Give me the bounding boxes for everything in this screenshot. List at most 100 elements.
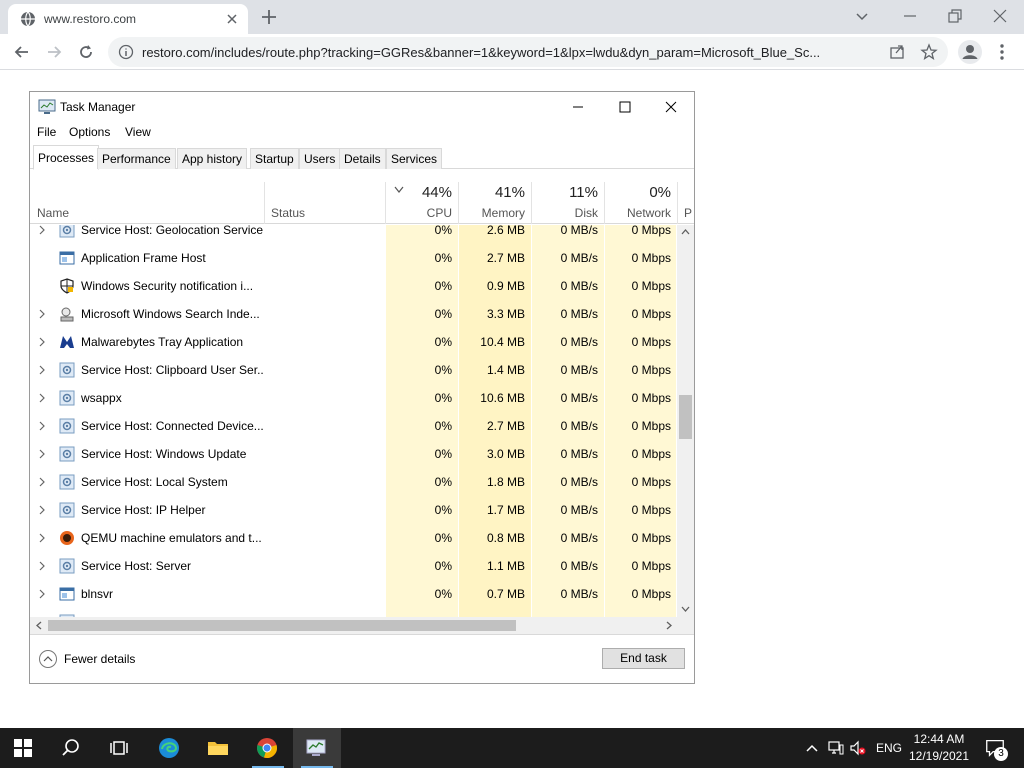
- column-cpu[interactable]: 44% CPU: [386, 182, 458, 224]
- more-menu-icon[interactable]: [994, 42, 1010, 62]
- vertical-scrollbar[interactable]: [677, 225, 694, 617]
- tab-performance[interactable]: Performance: [97, 148, 176, 169]
- maximize-icon[interactable]: [615, 97, 635, 117]
- chevron-right-icon[interactable]: [38, 533, 46, 543]
- address-bar[interactable]: restoro.com/includes/route.php?tracking=…: [108, 37, 948, 67]
- restore-icon[interactable]: [945, 6, 965, 26]
- tab-bar: Processes Performance App history Startu…: [30, 145, 694, 170]
- collapse-up-icon[interactable]: [38, 649, 58, 669]
- forward-icon[interactable]: [44, 42, 64, 62]
- process-disk: 0 MB/s: [560, 251, 598, 265]
- scroll-left-icon[interactable]: [36, 621, 42, 630]
- table-row[interactable]: Service Host: IP Helper 0% 1.7 MB 0 MB/s 0 M…: [30, 496, 676, 524]
- browser-tabstrip: www.restoro.com: [0, 0, 1024, 34]
- table-row[interactable]: Service Host: Windows Update 0% 3.0 MB 0 MB…: [30, 440, 676, 468]
- chevron-right-icon[interactable]: [38, 225, 46, 235]
- clock[interactable]: 12:44 AM 12/19/2021: [908, 731, 970, 765]
- table-row[interactable]: Service Host: Geolocation Service 0% 2.6 M…: [30, 225, 676, 244]
- table-row[interactable]: QEMU machine emulators and t... 0% 0.8 MB 0…: [30, 524, 676, 552]
- end-task-button[interactable]: End task: [602, 648, 685, 669]
- process-network: 0 Mbps: [631, 475, 671, 489]
- column-power-partial[interactable]: P: [684, 206, 692, 220]
- chevron-right-icon[interactable]: [38, 309, 46, 319]
- profile-avatar[interactable]: [958, 40, 982, 64]
- process-name: wsappx: [81, 391, 122, 405]
- browser-tab[interactable]: www.restoro.com: [8, 4, 248, 34]
- chevron-right-icon[interactable]: [38, 589, 46, 599]
- share-icon[interactable]: [888, 43, 906, 61]
- new-tab-icon[interactable]: [260, 8, 278, 26]
- language-indicator[interactable]: ENG: [876, 741, 902, 755]
- process-memory: 2.7 MB: [486, 251, 525, 265]
- chevron-right-icon[interactable]: [38, 477, 46, 487]
- tab-startup[interactable]: Startup: [250, 148, 299, 169]
- chevron-right-icon[interactable]: [38, 505, 46, 515]
- table-row[interactable]: Microsoft Windows Search Inde... 0% 3.3 MB…: [30, 300, 676, 328]
- process-cpu: 0%: [434, 363, 452, 377]
- table-row[interactable]: wsappx 0% 10.6 MB 0 MB/s 0 Mbps: [30, 384, 676, 412]
- table-row[interactable]: Service Host: Clipboard User Ser... 0% 1.4…: [30, 356, 676, 384]
- scroll-right-icon[interactable]: [666, 621, 672, 630]
- chevron-right-icon[interactable]: [38, 449, 46, 459]
- back-icon[interactable]: [12, 42, 32, 62]
- network-icon[interactable]: [828, 740, 844, 756]
- chevron-right-icon[interactable]: [38, 393, 46, 403]
- fewer-details-link[interactable]: Fewer details: [64, 652, 135, 666]
- table-row[interactable]: Service Host: Server 0% 1.1 MB 0 MB/s 0 Mbps: [30, 552, 676, 580]
- tab-services[interactable]: Services: [386, 148, 443, 169]
- taskbar-file-explorer[interactable]: [195, 728, 243, 768]
- tab-processes[interactable]: Processes: [33, 145, 100, 170]
- start-button[interactable]: [0, 728, 48, 768]
- tab-details[interactable]: Details: [339, 148, 386, 169]
- minimize-icon[interactable]: [900, 6, 920, 26]
- task-view-button[interactable]: [96, 728, 144, 768]
- table-row[interactable]: Service Host: Connected Device... 0% 2.7 M…: [30, 412, 676, 440]
- close-window-icon[interactable]: [990, 6, 1010, 26]
- column-name[interactable]: Name: [30, 182, 264, 224]
- table-row[interactable]: Service Host: Workstation0%1.3 MB0 MB/s0…: [30, 608, 676, 617]
- chevron-right-icon[interactable]: [38, 337, 46, 347]
- search-button[interactable]: [48, 728, 96, 768]
- table-row[interactable]: Service Host: Local System 0% 1.8 MB 0 MB/s…: [30, 468, 676, 496]
- chevron-right-icon[interactable]: [38, 421, 46, 431]
- column-network[interactable]: 0% Network: [605, 182, 677, 224]
- volume-muted-icon[interactable]: [850, 740, 866, 756]
- menu-view[interactable]: View: [125, 125, 151, 139]
- column-status[interactable]: Status: [265, 182, 385, 224]
- url-text[interactable]: restoro.com/includes/route.php?tracking=…: [142, 45, 882, 60]
- horizontal-scrollbar[interactable]: [30, 617, 676, 634]
- column-memory[interactable]: 41% Memory: [459, 182, 531, 224]
- scroll-down-icon[interactable]: [681, 606, 690, 612]
- tab-search-icon[interactable]: [852, 6, 872, 26]
- site-info-icon[interactable]: [118, 44, 134, 60]
- process-name: Service Host: Clipboard User Ser...: [81, 363, 263, 377]
- close-icon[interactable]: [661, 97, 681, 117]
- taskbar-chrome[interactable]: [244, 728, 292, 768]
- chrome-icon: [257, 738, 277, 758]
- tab-users[interactable]: Users: [299, 148, 341, 169]
- chevron-up-icon[interactable]: [804, 740, 820, 756]
- menu-options[interactable]: Options: [69, 125, 110, 139]
- title-bar[interactable]: Task Manager: [30, 92, 694, 122]
- table-row[interactable]: Malwarebytes Tray Application 0% 10.4 MB 0 …: [30, 328, 676, 356]
- reload-icon[interactable]: [76, 42, 96, 62]
- tab-app-history[interactable]: App history: [177, 148, 248, 169]
- bookmark-star-icon[interactable]: [920, 43, 938, 61]
- table-row[interactable]: Application Frame Host 0% 2.7 MB 0 MB/s 0 Mb…: [30, 244, 676, 272]
- close-tab-icon[interactable]: [224, 11, 240, 27]
- table-row[interactable]: blnsvr 0% 0.7 MB 0 MB/s 0 Mbps: [30, 580, 676, 608]
- notification-center-button[interactable]: 3: [980, 728, 1024, 768]
- chevron-right-icon[interactable]: [38, 365, 46, 375]
- menu-file[interactable]: File: [37, 125, 56, 139]
- taskbar-task-manager[interactable]: [293, 728, 341, 768]
- scroll-up-icon[interactable]: [681, 229, 690, 235]
- column-disk[interactable]: 11% Disk: [532, 182, 604, 224]
- column-divider[interactable]: [677, 182, 678, 224]
- taskbar-edge[interactable]: [146, 728, 194, 768]
- table-row[interactable]: Windows Security notification i... 0% 0.9 …: [30, 272, 676, 300]
- minimize-icon[interactable]: [568, 97, 588, 117]
- process-disk: 0 MB/s: [560, 307, 598, 321]
- horizontal-scroll-thumb[interactable]: [48, 620, 516, 631]
- vertical-scroll-thumb[interactable]: [679, 395, 692, 439]
- chevron-right-icon[interactable]: [38, 561, 46, 571]
